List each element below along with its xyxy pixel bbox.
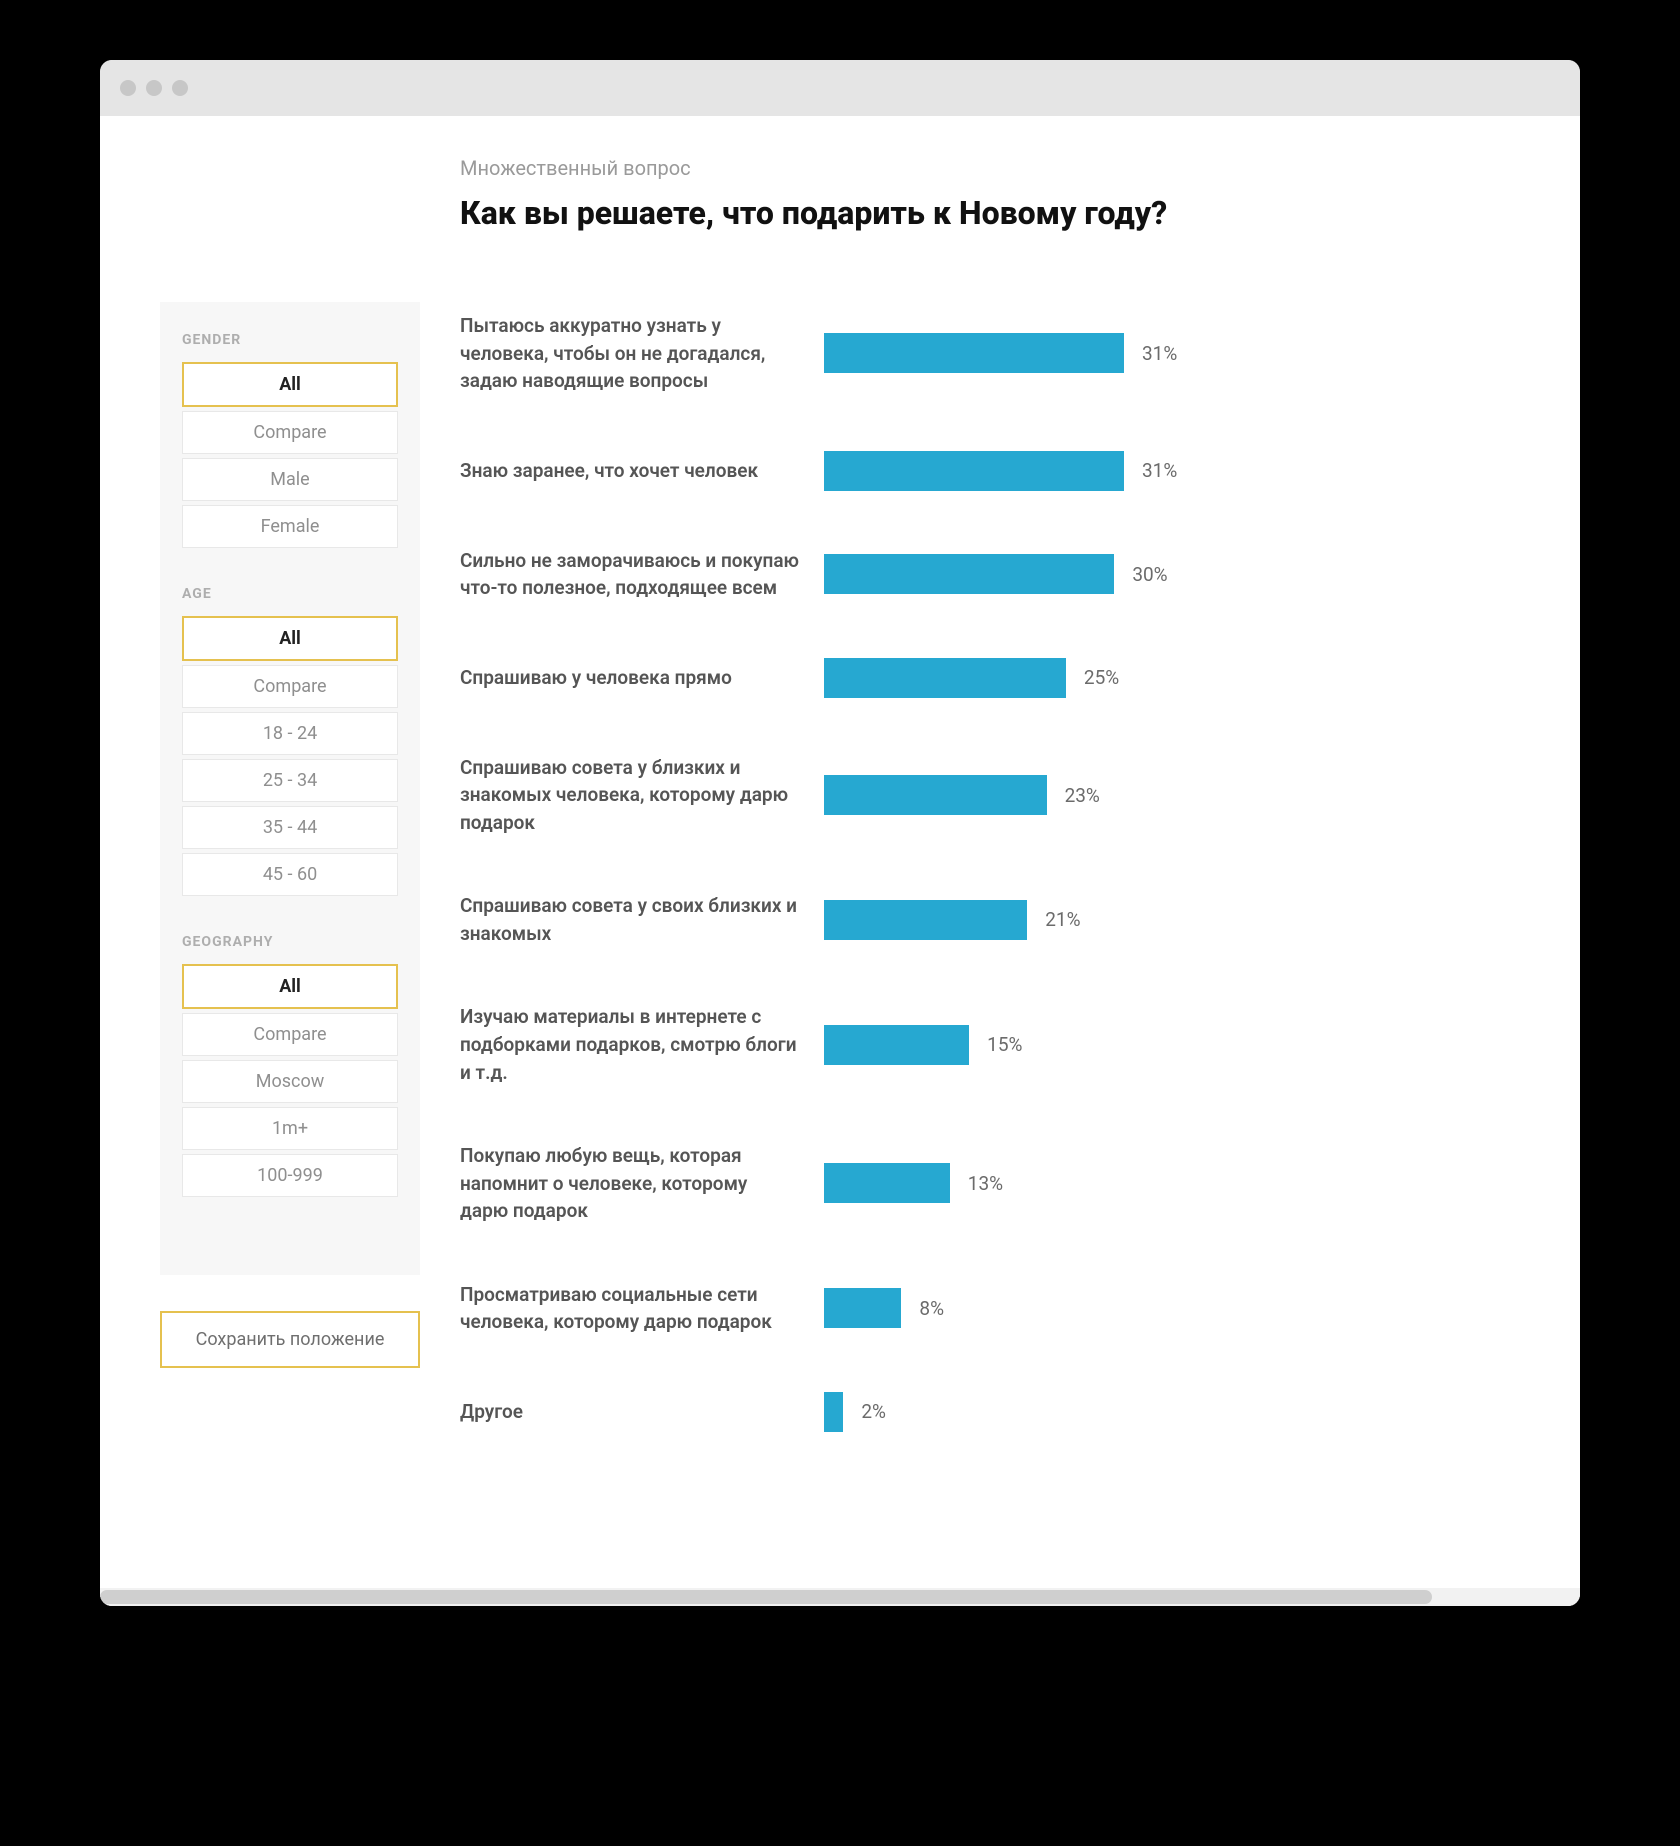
bar-fill [824, 900, 1027, 940]
bar-fill [824, 1288, 901, 1328]
bar-value: 15% [987, 1033, 1022, 1056]
chart-row: Покупаю любую вещь, которая напомнит о ч… [460, 1142, 1520, 1225]
chart-row: Сильно не заморачиваюсь и покупаю что-то… [460, 547, 1520, 602]
horizontal-scrollbar[interactable] [100, 1588, 1580, 1606]
bar-track [824, 1025, 969, 1065]
bar-area: 23% [824, 775, 1520, 815]
bar-fill [824, 1025, 969, 1065]
bar-fill [824, 451, 1124, 491]
bar-area: 15% [824, 1025, 1520, 1065]
window-close-icon[interactable] [120, 80, 136, 96]
filter-group: GEOGRAPHY AllCompareMoscow1m+100-999 [182, 934, 398, 1197]
bar-fill [824, 1392, 843, 1432]
filter-option[interactable]: All [182, 964, 398, 1009]
filter-option[interactable]: 45 - 60 [182, 853, 398, 896]
bar-track [824, 554, 1114, 594]
bar-value: 31% [1142, 459, 1177, 482]
bar-label: Изучаю материалы в интернете с подборкам… [460, 1003, 800, 1086]
bar-fill [824, 1163, 950, 1203]
filter-option[interactable]: Moscow [182, 1060, 398, 1103]
filter-option[interactable]: 35 - 44 [182, 806, 398, 849]
bar-area: 31% [824, 451, 1520, 491]
bar-area: 13% [824, 1163, 1520, 1203]
page-title: Как вы решаете, что подарить к Новому го… [460, 194, 1520, 232]
bar-track [824, 900, 1027, 940]
filter-option[interactable]: 25 - 34 [182, 759, 398, 802]
chart-row: Другое 2% [460, 1392, 1520, 1432]
bar-track [824, 1163, 950, 1203]
bar-value: 13% [968, 1172, 1003, 1195]
bar-label: Покупаю любую вещь, которая напомнит о ч… [460, 1142, 800, 1225]
chart-row: Изучаю материалы в интернете с подборкам… [460, 1003, 1520, 1086]
filter-option[interactable]: All [182, 362, 398, 407]
chart-row: Просматриваю социальные сети человека, к… [460, 1281, 1520, 1336]
window-minimize-icon[interactable] [146, 80, 162, 96]
filter-options: AllCompareMoscow1m+100-999 [182, 964, 398, 1197]
filter-option[interactable]: Male [182, 458, 398, 501]
filter-option[interactable]: Compare [182, 411, 398, 454]
chart-row: Спрашиваю совета у своих близких и знако… [460, 892, 1520, 947]
filter-option[interactable]: Female [182, 505, 398, 548]
filter-option[interactable]: Compare [182, 1013, 398, 1056]
viewport: Множественный вопрос Как вы решаете, что… [100, 116, 1580, 1606]
bar-track [824, 451, 1124, 491]
question-type-label: Множественный вопрос [460, 156, 1520, 180]
bar-area: 21% [824, 900, 1520, 940]
bar-chart: Пытаюсь аккуратно узнать у человека, что… [460, 302, 1520, 1432]
filter-group: AGE AllCompare18 - 2425 - 3435 - 4445 - 6… [182, 586, 398, 896]
chart-row: Спрашиваю совета у близких и знакомых че… [460, 754, 1520, 837]
filter-option[interactable]: Compare [182, 665, 398, 708]
bar-label: Спрашиваю совета у своих близких и знако… [460, 892, 800, 947]
bar-value: 30% [1132, 563, 1167, 586]
bar-value: 2% [861, 1400, 886, 1423]
filter-option[interactable]: 1m+ [182, 1107, 398, 1150]
chart-row: Пытаюсь аккуратно узнать у человека, что… [460, 312, 1520, 395]
bar-area: 30% [824, 554, 1520, 594]
bar-fill [824, 775, 1047, 815]
filter-group-label: GEOGRAPHY [182, 934, 398, 950]
filter-group: GENDER AllCompareMaleFemale [182, 332, 398, 548]
scrollbar-thumb[interactable] [100, 1590, 1432, 1604]
bar-area: 2% [824, 1392, 1520, 1432]
bar-value: 23% [1065, 784, 1100, 807]
bar-label: Другое [460, 1398, 800, 1426]
bar-fill [824, 554, 1114, 594]
chart-header: Множественный вопрос Как вы решаете, что… [160, 156, 1520, 232]
filter-option[interactable]: 18 - 24 [182, 712, 398, 755]
filter-option[interactable]: All [182, 616, 398, 661]
window-titlebar [100, 60, 1580, 116]
bar-label: Пытаюсь аккуратно узнать у человека, что… [460, 312, 800, 395]
bar-value: 21% [1045, 908, 1080, 931]
bar-label: Спрашиваю у человека прямо [460, 664, 800, 692]
app-window: Множественный вопрос Как вы решаете, что… [100, 60, 1580, 1606]
filter-options: AllCompareMaleFemale [182, 362, 398, 548]
bar-fill [824, 658, 1066, 698]
filter-sidebar: GENDERAllCompareMaleFemaleAGEAllCompare1… [160, 302, 420, 1275]
filter-group-label: AGE [182, 586, 398, 602]
bar-track [824, 333, 1124, 373]
bar-track [824, 658, 1066, 698]
bar-label: Спрашиваю совета у близких и знакомых че… [460, 754, 800, 837]
bar-fill [824, 333, 1124, 373]
bar-area: 8% [824, 1288, 1520, 1328]
bar-value: 8% [919, 1297, 944, 1320]
bar-area: 31% [824, 333, 1520, 373]
filter-options: AllCompare18 - 2425 - 3435 - 4445 - 60 [182, 616, 398, 896]
bar-value: 25% [1084, 666, 1119, 689]
save-position-button[interactable]: Сохранить положение [160, 1311, 420, 1368]
filter-group-label: GENDER [182, 332, 398, 348]
bar-area: 25% [824, 658, 1520, 698]
window-zoom-icon[interactable] [172, 80, 188, 96]
bar-track [824, 775, 1047, 815]
filter-option[interactable]: 100-999 [182, 1154, 398, 1197]
bar-label: Просматриваю социальные сети человека, к… [460, 1281, 800, 1336]
chart-row: Знаю заранее, что хочет человек 31% [460, 451, 1520, 491]
bar-label: Знаю заранее, что хочет человек [460, 457, 800, 485]
chart-row: Спрашиваю у человека прямо 25% [460, 658, 1520, 698]
bar-track [824, 1392, 843, 1432]
bar-track [824, 1288, 901, 1328]
bar-value: 31% [1142, 342, 1177, 365]
bar-label: Сильно не заморачиваюсь и покупаю что-то… [460, 547, 800, 602]
